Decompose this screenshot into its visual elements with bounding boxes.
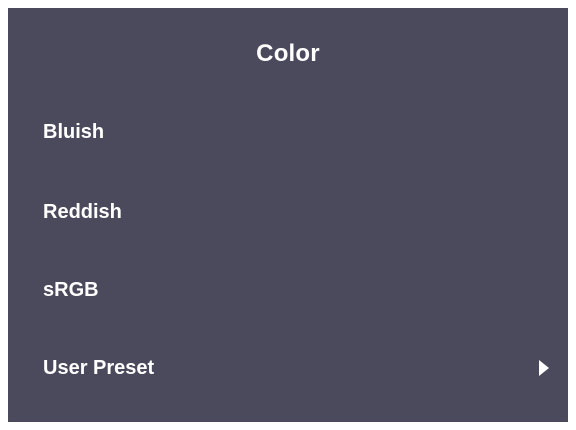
menu-item-reddish[interactable]: Reddish [8,185,568,239]
menu-title: Color [256,40,320,67]
menu-item-srgb[interactable]: sRGB [8,263,568,317]
color-menu-panel: Color Bluish Reddish sRGB User Preset [8,8,568,422]
menu-item-user-preset[interactable]: User Preset [8,341,568,395]
menu-item-label: Bluish [43,121,105,143]
menu-item-label: sRGB [43,279,99,301]
menu-item-bluish[interactable]: Bluish [8,105,568,159]
menu-item-label: User Preset [43,357,155,379]
menu-item-label: Reddish [43,201,122,223]
chevron-right-icon [539,360,549,376]
